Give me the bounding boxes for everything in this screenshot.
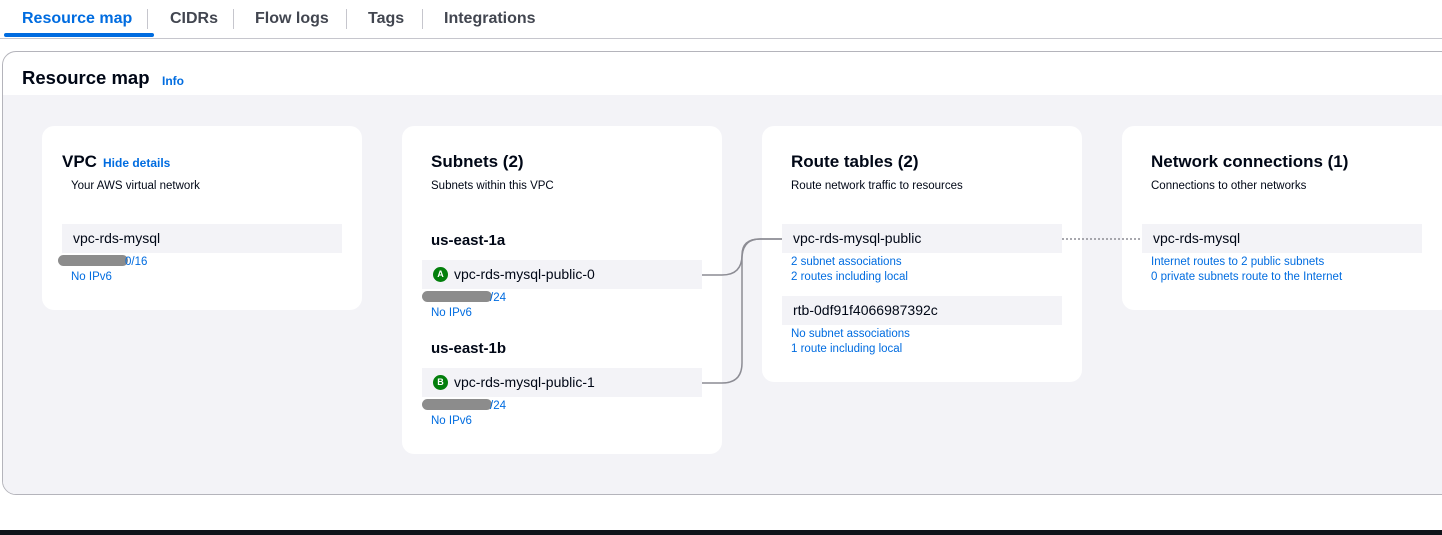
redacted-cidr — [422, 291, 492, 302]
az-badge-a: A — [433, 266, 448, 282]
subnet-name: vpc-rds-mysql-public-1 — [454, 374, 595, 390]
vpc-card: VPC Hide details Your AWS virtual networ… — [42, 126, 362, 310]
routes-link[interactable]: 1 route including local — [791, 343, 902, 355]
tab-tags[interactable]: Tags — [346, 0, 426, 38]
subnet-cidr-link[interactable]: /24 — [490, 400, 506, 412]
hide-details-link[interactable]: Hide details — [103, 156, 170, 170]
subnets-card: Subnets (2) Subnets within this VPC us-e… — [402, 126, 722, 454]
vpc-title: VPC — [62, 152, 97, 171]
tab-bar: Resource map CIDRs Flow logs Tags Integr… — [0, 0, 1442, 39]
subnet-cidr-link[interactable]: /24 — [490, 292, 506, 304]
info-link[interactable]: Info — [162, 74, 184, 88]
network-connections-card: Network connections (1) Connections to o… — [1122, 126, 1442, 310]
vpc-description: Your AWS virtual network — [71, 180, 200, 192]
routes-link[interactable]: 2 routes including local — [791, 271, 908, 283]
subnets-title: Subnets (2) — [431, 152, 524, 171]
redacted-cidr — [58, 255, 128, 266]
internet-routes-link[interactable]: Internet routes to 2 public subnets — [1151, 256, 1324, 268]
vpc-item[interactable]: vpc-rds-mysql — [62, 224, 342, 253]
subnet-ipv6-link[interactable]: No IPv6 — [431, 415, 472, 427]
subnet-associations-link[interactable]: 2 subnet associations — [791, 256, 902, 268]
route-table-item-rtb[interactable]: rtb-0df91f4066987392c — [782, 296, 1062, 325]
subnet-item-public-0[interactable]: Avpc-rds-mysql-public-0 — [422, 260, 702, 289]
subnet-item-public-1[interactable]: Bvpc-rds-mysql-public-1 — [422, 368, 702, 397]
private-routes-link[interactable]: 0 private subnets route to the Internet — [1151, 271, 1342, 283]
route-tables-card: Route tables (2) Route network traffic t… — [762, 126, 1082, 382]
internet-gateway-item[interactable]: vpc-rds-mysql — [1142, 224, 1422, 253]
route-table-item-public[interactable]: vpc-rds-mysql-public — [782, 224, 1062, 253]
tab-resource-map[interactable]: Resource map — [0, 0, 155, 38]
tab-cidrs[interactable]: CIDRs — [148, 0, 240, 38]
container-header: Resource map Info — [3, 52, 1442, 95]
network-connections-title: Network connections (1) — [1151, 152, 1349, 171]
az-label-us-east-1b: us-east-1b — [431, 340, 507, 357]
page-title: Resource map — [22, 67, 150, 88]
network-connections-description: Connections to other networks — [1151, 180, 1307, 192]
tab-flow-logs[interactable]: Flow logs — [233, 0, 351, 38]
subnets-description: Subnets within this VPC — [431, 180, 554, 192]
subnet-ipv6-link[interactable]: No IPv6 — [431, 307, 472, 319]
vpc-ipv6-link[interactable]: No IPv6 — [71, 271, 112, 283]
bottom-bar — [0, 530, 1442, 535]
az-label-us-east-1a: us-east-1a — [431, 232, 506, 249]
route-tables-description: Route network traffic to resources — [791, 180, 963, 192]
tab-integrations[interactable]: Integrations — [422, 0, 558, 38]
vpc-cidr-link[interactable]: 0/16 — [125, 256, 147, 268]
subnet-name: vpc-rds-mysql-public-0 — [454, 266, 595, 282]
redacted-cidr — [422, 399, 492, 410]
az-badge-b: B — [433, 374, 448, 390]
route-tables-title: Route tables (2) — [791, 152, 919, 171]
subnet-associations-link[interactable]: No subnet associations — [791, 328, 910, 340]
